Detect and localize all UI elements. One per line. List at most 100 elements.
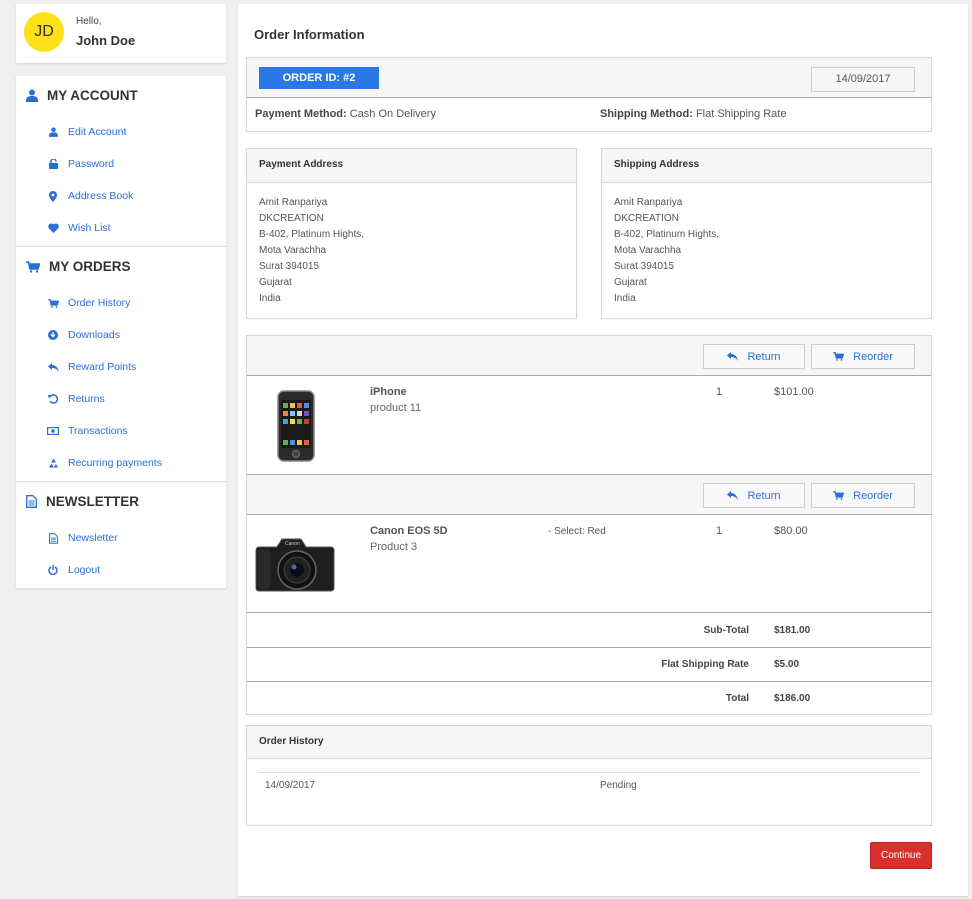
product-row: Canon Canon EOS 5D Product 3 - Select: R… — [247, 516, 931, 612]
recycle-icon — [47, 457, 59, 469]
menu-item-edit-account[interactable]: Edit Account — [47, 126, 126, 138]
total-label: Flat Shipping Rate — [661, 659, 749, 670]
payment-address-title: Payment Address — [247, 149, 576, 183]
return-button-label: Return — [747, 489, 781, 502]
cart-icon — [833, 491, 845, 500]
avatar: JD — [24, 12, 64, 52]
history-date: 14/09/2017 — [265, 780, 316, 791]
product-price: $80.00 — [774, 525, 808, 537]
reorder-button[interactable]: Reorder — [811, 344, 915, 369]
menu-item-label: Address Book — [68, 190, 134, 202]
products-box: Return Reorder iPhone product 11 1 $101.… — [246, 335, 932, 715]
heart-icon — [47, 222, 59, 234]
total-value: $186.00 — [774, 693, 811, 704]
menu-item-label: Password — [68, 158, 115, 170]
address-line: B-402, Platinum Hights, — [259, 229, 365, 240]
address-line: Mota Varachha — [259, 245, 327, 256]
cart-icon — [26, 260, 40, 273]
reorder-button-label: Reorder — [853, 489, 893, 502]
document-icon — [26, 495, 37, 508]
shipping-address-box: Shipping Address Amit Ranpariya DKCREATI… — [601, 148, 932, 319]
menu-item-address-book[interactable]: Address Book — [47, 190, 133, 202]
payment-address-lines: Amit Ranpariya DKCREATION B-402, Platinu… — [259, 195, 364, 307]
menu-item-logout[interactable]: Logout — [47, 564, 100, 576]
product-quantity: 1 — [716, 386, 723, 398]
reply-icon — [727, 352, 739, 361]
menu-item-label: Returns — [68, 393, 105, 405]
product-action-bar: Return Reorder — [247, 474, 931, 515]
menu-item-label: Newsletter — [68, 532, 118, 544]
user-card: JD Hello, John Doe — [16, 4, 226, 63]
menu-item-password[interactable]: Password — [47, 158, 114, 170]
reply-icon — [727, 491, 739, 500]
undo-icon — [47, 393, 59, 405]
menu-item-returns[interactable]: Returns — [47, 393, 105, 405]
account-menu: MY ACCOUNT Edit Account Password Address… — [16, 76, 226, 588]
product-row: iPhone product 11 1 $101.00 — [247, 377, 931, 474]
order-summary-box: ORDER ID: #2 14/09/2017 Payment Method: … — [246, 57, 932, 132]
product-price: $101.00 — [774, 386, 814, 398]
order-id-badge: ORDER ID: #2 — [259, 67, 379, 89]
power-icon — [47, 564, 59, 576]
section-title: MY ACCOUNT — [47, 88, 138, 103]
product-name: Canon EOS 5D — [370, 525, 448, 537]
total-row-subtotal: Sub-Total $181.00 — [247, 612, 931, 647]
shipping-method-value: Flat Shipping Rate — [695, 108, 787, 120]
address-line: Gujarat — [259, 277, 292, 288]
address-line: India — [259, 293, 281, 304]
continue-button[interactable]: Continue — [870, 842, 932, 869]
camera-image: Canon — [255, 533, 335, 593]
address-line: Gujarat — [614, 277, 647, 288]
user-name: John Doe — [76, 33, 136, 48]
download-icon — [47, 329, 59, 341]
menu-item-label: Order History — [68, 297, 131, 309]
menu-item-reward-points[interactable]: Reward Points — [47, 361, 136, 373]
menu-item-label: Transactions — [68, 425, 128, 437]
map-marker-icon — [47, 190, 59, 202]
menu-item-newsletter[interactable]: Newsletter — [47, 532, 118, 544]
payment-method-label: Payment Method: — [255, 108, 347, 120]
product-name: iPhone — [370, 386, 407, 398]
section-my-orders: MY ORDERS — [26, 259, 131, 274]
order-summary-header: ORDER ID: #2 14/09/2017 — [247, 58, 931, 98]
address-line: Surat 394015 — [259, 261, 320, 272]
shipping-address-title: Shipping Address — [602, 149, 931, 183]
menu-item-label: Wish List — [68, 222, 111, 234]
divider — [258, 772, 920, 773]
order-history-title: Order History — [247, 726, 931, 759]
order-history-box: Order History 14/09/2017 Pending — [246, 725, 932, 826]
order-date: 14/09/2017 — [811, 67, 915, 92]
return-button[interactable]: Return — [703, 344, 805, 369]
svg-text:Canon: Canon — [285, 541, 300, 547]
address-line: Amit Ranpariya — [614, 197, 683, 208]
product-quantity: 1 — [716, 525, 723, 537]
payment-method: Payment Method: Cash On Delivery — [255, 108, 436, 120]
reorder-button[interactable]: Reorder — [811, 483, 915, 508]
reorder-button-label: Reorder — [853, 350, 893, 363]
menu-item-label: Recurring payments — [68, 457, 162, 469]
cart-icon — [833, 352, 845, 361]
menu-item-transactions[interactable]: Transactions — [47, 425, 128, 437]
section-newsletter: NEWSLETTER — [26, 494, 139, 509]
shipping-method-label: Shipping Method: — [600, 108, 693, 120]
return-button[interactable]: Return — [703, 483, 805, 508]
total-value: $5.00 — [774, 659, 800, 670]
address-line: Mota Varachha — [614, 245, 682, 256]
menu-item-recurring-payments[interactable]: Recurring payments — [47, 457, 162, 469]
payment-method-value: Cash On Delivery — [349, 108, 436, 120]
menu-item-order-history[interactable]: Order History — [47, 297, 130, 309]
section-title: MY ORDERS — [49, 259, 131, 274]
total-row-shipping: Flat Shipping Rate $5.00 — [247, 647, 931, 681]
menu-item-wish-list[interactable]: Wish List — [47, 222, 111, 234]
menu-item-label: Reward Points — [68, 361, 137, 373]
greeting-text: Hello, — [76, 16, 102, 27]
total-label: Sub-Total — [703, 625, 749, 636]
return-button-label: Return — [747, 350, 781, 363]
page-title: Order Information — [254, 27, 365, 42]
cart-icon — [47, 297, 59, 309]
menu-item-downloads[interactable]: Downloads — [47, 329, 120, 341]
document-icon — [47, 532, 59, 544]
payment-address-box: Payment Address Amit Ranpariya DKCREATIO… — [246, 148, 577, 319]
total-value: $181.00 — [774, 625, 811, 636]
address-line: B-402, Platinum Hights, — [614, 229, 720, 240]
